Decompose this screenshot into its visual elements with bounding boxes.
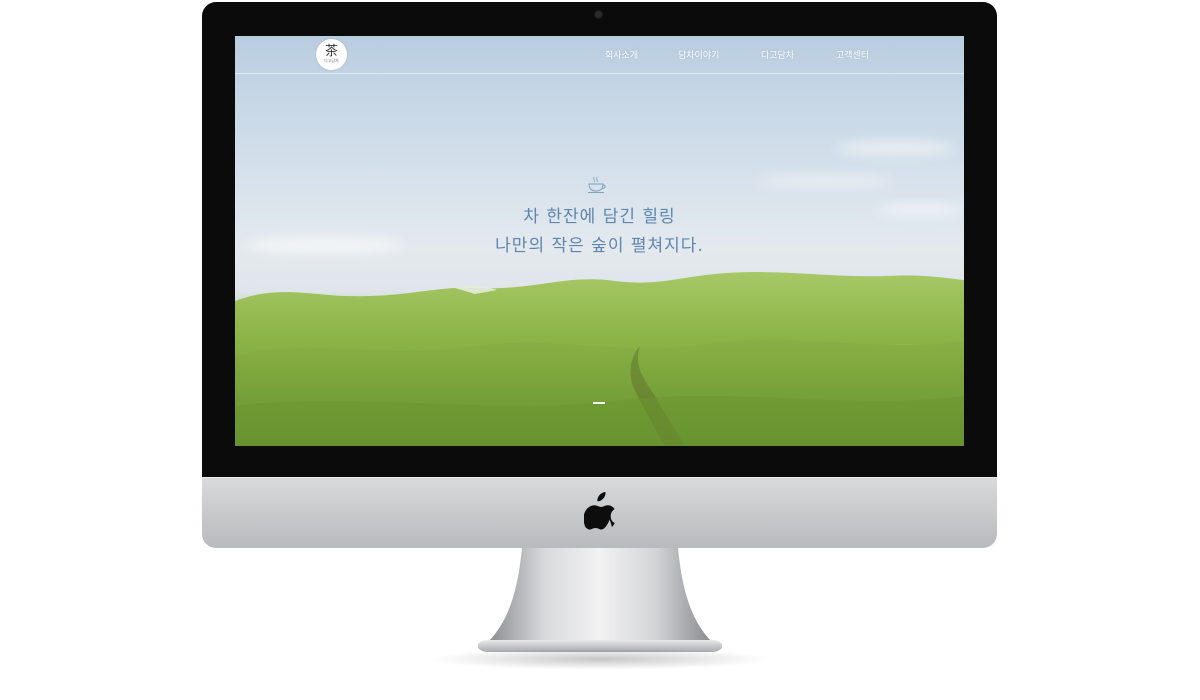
nav-item-story[interactable]: 담차이야기 — [678, 48, 719, 61]
slider-dot-active[interactable] — [593, 402, 605, 404]
grass-hills-image — [235, 272, 964, 446]
nav-item-support[interactable]: 고객센터 — [836, 48, 869, 61]
nav-item-company[interactable]: 회사소개 — [605, 48, 638, 61]
teacup-icon — [588, 176, 606, 193]
hero-headline-1: 차 한잔에 담긴 힐링 — [523, 207, 676, 227]
website-screen: 茶 다고담차 회사소개 담차이야기 다고담차 고객센터 차 한잔에 담긴 힐링 … — [235, 36, 964, 446]
cloud — [755, 176, 895, 186]
main-nav: 회사소개 담차이야기 다고담차 고객센터 — [235, 48, 964, 62]
slider-indicator[interactable] — [591, 402, 607, 406]
camera-icon — [595, 11, 602, 18]
hero-headline-2: 나만의 작은 숲이 펼쳐지다. — [495, 236, 704, 256]
site-header: 茶 다고담차 회사소개 담차이야기 다고담차 고객센터 — [235, 36, 964, 74]
apple-logo-icon — [584, 492, 615, 530]
stand-shadow — [430, 648, 770, 670]
nav-item-products[interactable]: 다고담차 — [761, 48, 794, 61]
cloud — [835, 141, 955, 155]
monitor-stand — [478, 548, 722, 652]
